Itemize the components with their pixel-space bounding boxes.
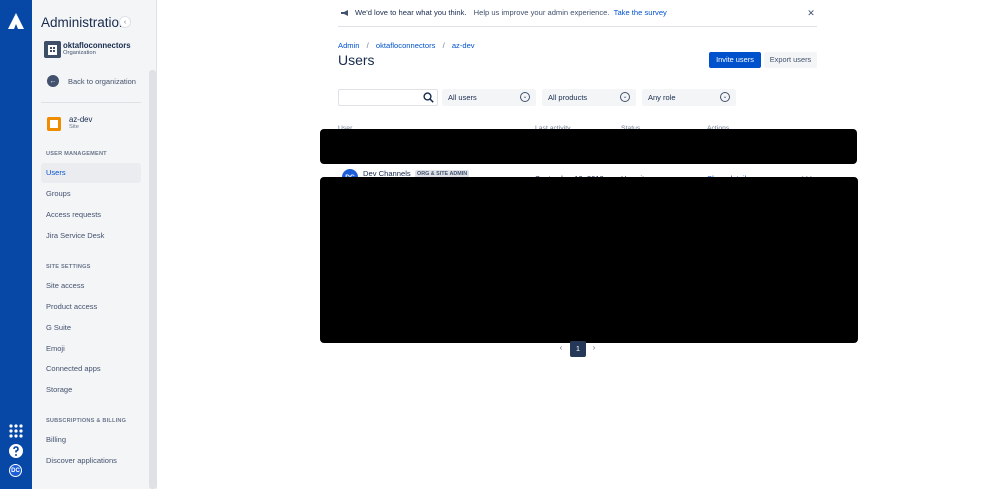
org-type: Organization bbox=[63, 50, 96, 56]
next-page-icon[interactable]: › bbox=[589, 343, 599, 353]
sidebar-item-billing[interactable]: Billing bbox=[41, 430, 141, 450]
products-filter-select[interactable]: All products ⌄ bbox=[542, 89, 636, 106]
site-name: az-dev bbox=[69, 115, 93, 124]
app-switcher-icon[interactable] bbox=[8, 423, 24, 439]
collapse-sidebar-button[interactable]: ‹ bbox=[119, 16, 131, 28]
sidebar-item-g-suite[interactable]: G Suite bbox=[41, 318, 141, 338]
take-survey-link[interactable]: Take the survey bbox=[614, 8, 667, 17]
search-icon[interactable] bbox=[423, 92, 434, 103]
breadcrumb-separator: / bbox=[442, 41, 445, 50]
chevron-down-icon: ⌄ bbox=[620, 92, 630, 102]
banner-divider bbox=[338, 26, 817, 27]
close-banner-icon[interactable]: ✕ bbox=[806, 8, 816, 18]
invite-users-button[interactable]: Invite users bbox=[709, 52, 761, 68]
back-to-organization-link[interactable]: ← Back to organization bbox=[47, 75, 149, 89]
page-title: Users bbox=[338, 52, 375, 68]
sidebar-divider bbox=[41, 102, 141, 103]
users-filter-value: All users bbox=[448, 93, 477, 102]
organization-icon bbox=[44, 41, 61, 58]
chevron-down-icon: ⌄ bbox=[720, 92, 730, 102]
breadcrumb: Admin / oktafloconnectors / az-dev bbox=[338, 41, 475, 50]
section-subscriptions-billing: SUBSCRIPTIONS & BILLING bbox=[46, 418, 127, 424]
sidebar-title: Administration bbox=[41, 15, 127, 30]
section-site-settings: SITE SETTINGS bbox=[46, 264, 91, 270]
sidebar-item-users[interactable]: Users bbox=[41, 163, 141, 183]
section-user-management: USER MANAGEMENT bbox=[46, 151, 107, 157]
breadcrumb-separator: / bbox=[366, 41, 369, 50]
megaphone-icon bbox=[341, 10, 348, 16]
sidebar-scrollbar[interactable] bbox=[149, 70, 156, 489]
site-switcher[interactable]: az-dev Site bbox=[47, 115, 147, 135]
users-filter-select[interactable]: All users ⌄ bbox=[442, 89, 536, 106]
sidebar-item-jira-service-desk[interactable]: Jira Service Desk bbox=[41, 226, 141, 246]
admin-sidebar: Administration oktafloconnectors Organiz… bbox=[32, 0, 157, 489]
sidebar-item-access-requests[interactable]: Access requests bbox=[41, 205, 141, 225]
banner-message: Help us improve your admin experience. bbox=[473, 8, 610, 17]
redacted-region bbox=[320, 129, 857, 164]
help-icon[interactable] bbox=[8, 443, 24, 459]
org-switcher[interactable]: oktafloconnectors Organization bbox=[44, 41, 154, 61]
atlassian-logo-icon[interactable] bbox=[7, 12, 25, 30]
feedback-banner: We'd love to hear what you think. Help u… bbox=[355, 8, 667, 17]
previous-page-icon[interactable]: ‹ bbox=[556, 343, 566, 353]
arrow-left-icon: ← bbox=[47, 75, 59, 87]
global-navigation-rail: DC bbox=[0, 0, 32, 489]
breadcrumb-admin[interactable]: Admin bbox=[338, 41, 360, 50]
chevron-down-icon: ⌄ bbox=[520, 92, 530, 102]
sidebar-item-site-access[interactable]: Site access bbox=[41, 276, 141, 296]
redacted-region bbox=[320, 177, 858, 343]
breadcrumb-org[interactable]: oktafloconnectors bbox=[376, 41, 436, 50]
back-link-label: Back to organization bbox=[68, 77, 136, 86]
org-name: oktafloconnectors bbox=[63, 41, 131, 50]
sidebar-item-product-access[interactable]: Product access bbox=[41, 297, 141, 317]
sidebar-item-groups[interactable]: Groups bbox=[41, 184, 141, 204]
export-users-button[interactable]: Export users bbox=[764, 52, 817, 68]
banner-headline: We'd love to hear what you think. bbox=[355, 8, 467, 17]
sidebar-item-storage[interactable]: Storage bbox=[41, 380, 141, 400]
breadcrumb-site[interactable]: az-dev bbox=[452, 41, 475, 50]
products-filter-value: All products bbox=[548, 93, 588, 102]
chevron-left-icon: ‹ bbox=[123, 18, 127, 26]
page-number-button[interactable]: 1 bbox=[570, 341, 586, 357]
role-filter-select[interactable]: Any role ⌄ bbox=[642, 89, 736, 106]
sidebar-item-connected-apps[interactable]: Connected apps bbox=[41, 359, 141, 379]
profile-avatar[interactable]: DC bbox=[9, 464, 22, 477]
site-icon bbox=[47, 117, 61, 131]
sidebar-item-emoji[interactable]: Emoji bbox=[41, 339, 141, 359]
site-type: Site bbox=[69, 124, 79, 130]
sidebar-item-discover-applications[interactable]: Discover applications bbox=[41, 451, 141, 471]
role-filter-value: Any role bbox=[648, 93, 676, 102]
